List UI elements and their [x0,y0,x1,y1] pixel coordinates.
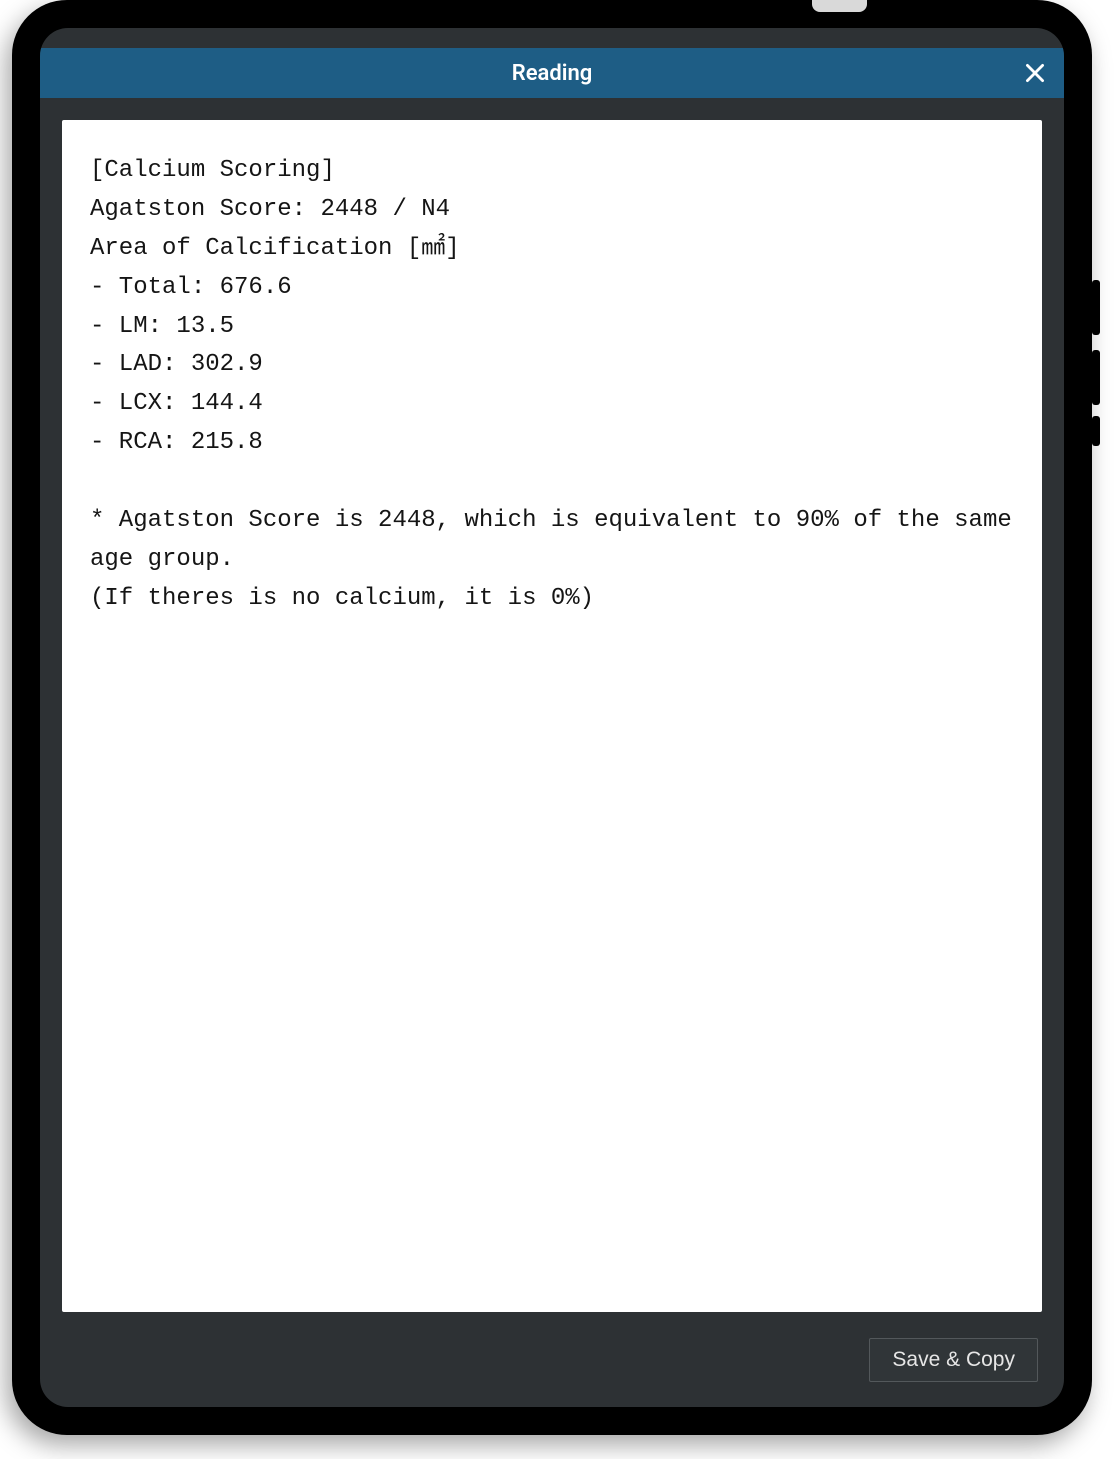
tablet-camera [812,0,867,12]
save-copy-button[interactable]: Save & Copy [869,1338,1038,1382]
tablet-side-button [1092,280,1100,335]
report-note-2: (If theres is no calcium, it is 0%) [90,585,594,612]
report-area-rca: - RCA: 215.8 [90,429,263,456]
dialog-header: Reading [40,48,1064,98]
close-button[interactable] [1018,56,1052,90]
report-area-lad: - LAD: 302.9 [90,351,263,378]
app-screen: Reading [Calcium Scoring] Agatston Score… [40,28,1064,1407]
report-panel[interactable]: [Calcium Scoring] Agatston Score: 2448 /… [62,120,1042,1312]
tablet-frame: Reading [Calcium Scoring] Agatston Score… [12,0,1092,1435]
report-area-lm: - LM: 13.5 [90,313,234,340]
report-agatston: Agatston Score: 2448 / N4 [90,196,450,223]
report-note-1: * Agatston Score is 2448, which is equiv… [90,507,1026,573]
content-wrap: [Calcium Scoring] Agatston Score: 2448 /… [40,98,1064,1312]
report-area-lcx: - LCX: 144.4 [90,390,263,417]
report-area-header: Area of Calcification [㎟] [90,235,460,262]
report-area-total: - Total: 676.6 [90,274,292,301]
tablet-side-button [1092,350,1100,405]
close-icon [1022,60,1048,86]
report-section: [Calcium Scoring] [90,157,335,184]
dialog-footer: Save & Copy [40,1312,1064,1407]
tablet-side-button [1092,416,1100,446]
dialog-title: Reading [512,61,593,86]
